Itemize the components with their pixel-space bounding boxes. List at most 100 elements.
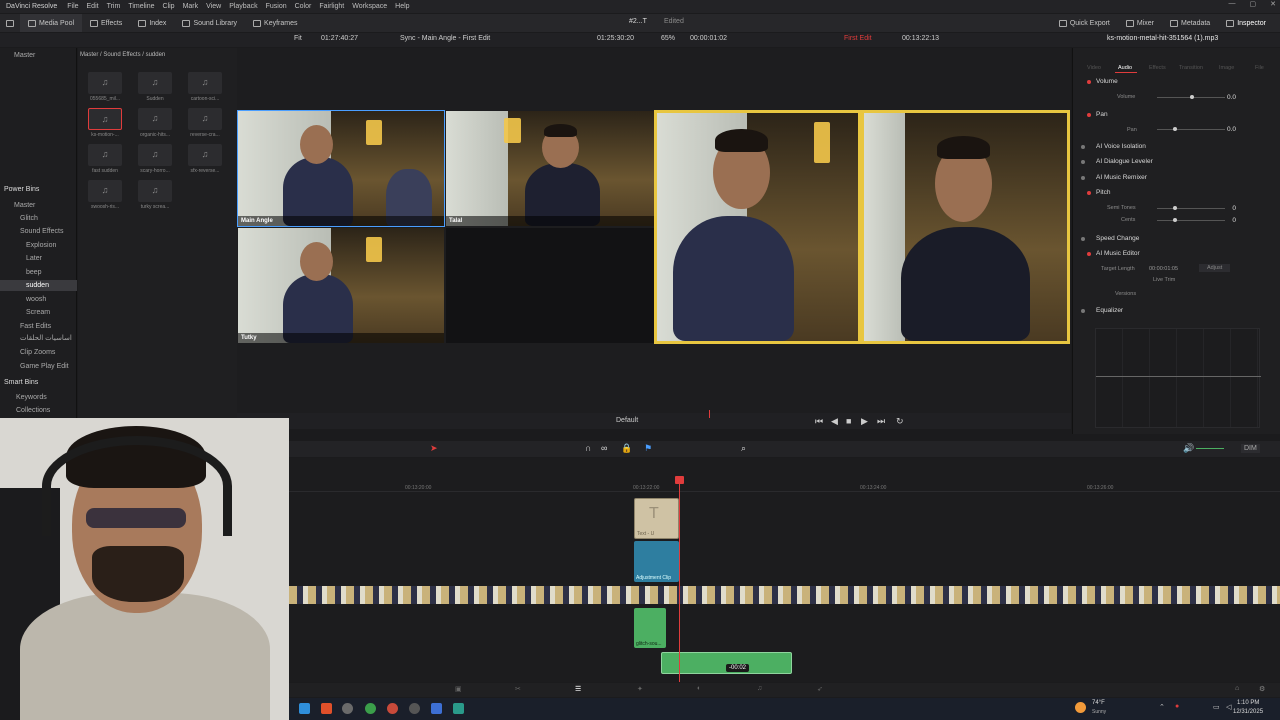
target-length-value[interactable]: 00:00:01:05 xyxy=(1149,266,1178,272)
edit-page-icon[interactable]: ☰ xyxy=(575,685,581,693)
media-player-icon[interactable] xyxy=(409,703,420,714)
color-page-icon[interactable]: ◐ xyxy=(697,685,701,692)
sound-library-button[interactable]: Sound Library xyxy=(174,14,245,32)
power-bin-game-play-edit[interactable]: Game Play Edit xyxy=(20,363,69,370)
power-bin-sudden[interactable]: sudden xyxy=(0,280,77,291)
power-bin-woosh[interactable]: woosh xyxy=(26,296,46,303)
menu-workspace[interactable]: Workspace xyxy=(348,3,391,10)
keyframes-button[interactable]: Keyframes xyxy=(245,14,305,32)
network-icon[interactable]: ▭ xyxy=(1213,703,1220,711)
angle-main[interactable]: Main Angle xyxy=(237,110,445,227)
loop-icon[interactable]: ↻ xyxy=(896,416,904,427)
power-bin-fast-edits[interactable]: Fast Edits xyxy=(20,323,51,330)
toggle-panel-button[interactable] xyxy=(0,14,20,32)
eq-graph[interactable] xyxy=(1095,328,1261,428)
fit-dropdown[interactable]: Fit xyxy=(294,35,302,42)
menu-help[interactable]: Help xyxy=(391,3,413,10)
play-icon[interactable]: ▶ xyxy=(861,416,868,427)
home-icon[interactable]: ⌂ xyxy=(1235,685,1239,692)
obs-icon[interactable] xyxy=(342,703,353,714)
snapping-icon[interactable]: ∩ xyxy=(585,443,591,453)
go-to-start-icon[interactable]: ⏮ xyxy=(815,416,823,427)
tab-video[interactable]: Video xyxy=(1087,65,1101,71)
pan-slider[interactable] xyxy=(1157,129,1225,130)
program-monitor[interactable] xyxy=(654,110,1070,344)
cut-page-icon[interactable]: ✂ xyxy=(515,685,521,693)
tab-image[interactable]: Image xyxy=(1219,65,1234,71)
tab-effects[interactable]: Effects xyxy=(1149,65,1166,71)
equalizer-dot[interactable] xyxy=(1081,309,1085,313)
master-volume-slider[interactable] xyxy=(1196,448,1224,449)
timecode-ruler[interactable] xyxy=(289,482,1280,492)
media-page-icon[interactable]: ▣ xyxy=(455,685,462,693)
dim-button[interactable]: DIM xyxy=(1241,444,1260,453)
jog-playhead[interactable] xyxy=(709,410,710,418)
media-pool-clip[interactable]: ♫ xyxy=(188,108,222,130)
settings-app-icon[interactable] xyxy=(431,703,442,714)
menu-color[interactable]: Color xyxy=(291,3,316,10)
glitch-audio-clip[interactable]: glitch-sou... xyxy=(634,608,666,648)
speed-change-dot[interactable] xyxy=(1081,237,1085,241)
file-explorer-icon[interactable] xyxy=(299,703,310,714)
media-pool-clip[interactable]: ♫ xyxy=(138,180,172,202)
menu-trim[interactable]: Trim xyxy=(103,3,125,10)
pitch-enable-dot[interactable] xyxy=(1087,191,1091,195)
text-clip[interactable]: T Text - U xyxy=(634,498,679,539)
menu-fusion[interactable]: Fusion xyxy=(262,3,291,10)
media-pool-clip[interactable]: ♫ xyxy=(88,144,122,166)
menu-fairlight[interactable]: Fairlight xyxy=(315,3,348,10)
media-pool-clip[interactable]: ♫ xyxy=(138,72,172,94)
volume-icon[interactable]: 🔊 xyxy=(1183,443,1194,454)
quick-export-button[interactable]: Quick Export xyxy=(1058,14,1110,32)
semi-tones-knob[interactable] xyxy=(1173,206,1177,210)
power-bin-scream[interactable]: Scream xyxy=(26,309,50,316)
menu-edit[interactable]: Edit xyxy=(83,3,103,10)
brave-browser-icon[interactable] xyxy=(321,703,332,714)
smart-bin-keywords[interactable]: Keywords xyxy=(16,394,47,401)
menu-view[interactable]: View xyxy=(202,3,225,10)
video-track-filmstrip[interactable] xyxy=(289,586,1280,604)
angle-tutky[interactable]: Tutky xyxy=(238,228,444,343)
power-bin-sound-effects[interactable]: Sound Effects xyxy=(20,228,63,235)
inspector-button[interactable]: Inspector xyxy=(1226,14,1266,32)
power-bin-later[interactable]: Later xyxy=(26,255,42,262)
speed-change-section[interactable]: Speed Change xyxy=(1096,235,1139,242)
flag-icon[interactable]: ⚑ xyxy=(644,443,652,454)
index-button[interactable]: Index xyxy=(130,14,174,32)
link-icon[interactable]: ∞ xyxy=(601,443,607,453)
effects-button[interactable]: Effects xyxy=(82,14,130,32)
recorder-icon[interactable] xyxy=(387,703,398,714)
layout-default-dropdown[interactable]: Default xyxy=(616,417,638,424)
selection-tool-icon[interactable]: ➤ xyxy=(430,443,438,454)
lock-icon[interactable]: 🔒 xyxy=(621,443,632,454)
media-pool-clip[interactable]: ♫ xyxy=(188,72,222,94)
tab-audio[interactable]: Audio xyxy=(1118,65,1132,71)
tab-file[interactable]: File xyxy=(1255,65,1264,71)
speaker-icon[interactable]: ◁ xyxy=(1226,703,1231,711)
ks-motion-audio-clip[interactable]: -00:02 xyxy=(661,652,792,674)
close-icon[interactable]: ✕ xyxy=(1270,0,1276,8)
maximize-icon[interactable]: ▢ xyxy=(1250,0,1257,8)
semi-tones-value[interactable]: 0 xyxy=(1232,205,1236,212)
mic-icon[interactable]: ● xyxy=(1175,703,1179,710)
power-bin-glitch[interactable]: Glitch xyxy=(20,215,38,222)
power-bin-beep[interactable]: beep xyxy=(26,269,42,276)
ai-voice-isolation[interactable]: AI Voice Isolation xyxy=(1096,143,1146,150)
timeline-name[interactable]: First Edit xyxy=(844,35,872,42)
ai-music-editor-section[interactable]: AI Music Editor xyxy=(1096,250,1140,257)
media-pool-clip[interactable]: ♫ xyxy=(138,108,172,130)
media-pool-clip[interactable]: ♫ xyxy=(188,144,222,166)
pan-knob[interactable] xyxy=(1173,127,1177,131)
clock-time[interactable]: 1:10 PM xyxy=(1237,700,1259,706)
live-trim-checkbox[interactable]: Live Trim xyxy=(1153,277,1175,283)
davinci-taskbar-icon[interactable] xyxy=(453,703,464,714)
playhead[interactable] xyxy=(675,476,684,682)
fusion-page-icon[interactable]: ✦ xyxy=(637,685,643,693)
equalizer-section[interactable]: Equalizer xyxy=(1096,307,1123,314)
master-bin[interactable]: Master xyxy=(14,52,35,59)
ai-music-editor-dot[interactable] xyxy=(1087,252,1091,256)
pan-enable-dot[interactable] xyxy=(1087,113,1091,117)
pan-value[interactable]: 0.0 xyxy=(1227,126,1236,133)
stop-icon[interactable]: ■ xyxy=(846,416,851,426)
zoom-dropdown[interactable]: 65% xyxy=(661,35,675,42)
